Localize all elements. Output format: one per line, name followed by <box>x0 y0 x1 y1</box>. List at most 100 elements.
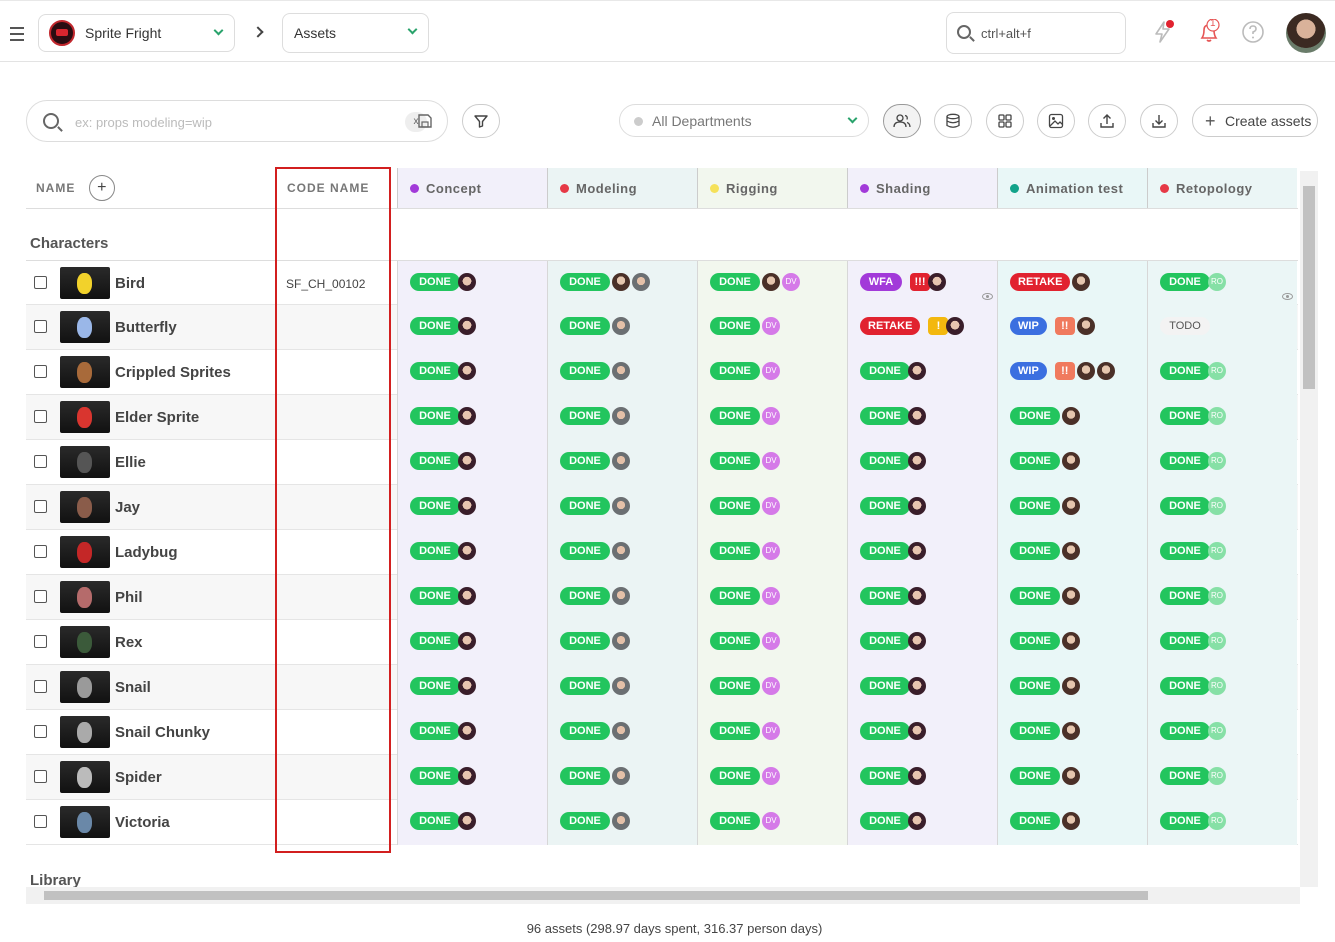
news-flash-icon[interactable] <box>1150 19 1176 45</box>
task-status-badge[interactable]: DONE <box>410 406 460 425</box>
assignee-initials-avatar[interactable]: DV <box>762 406 780 425</box>
task-status-cell[interactable]: DONE <box>547 710 697 755</box>
assignee-initials-avatar[interactable]: DV <box>762 451 780 470</box>
assignee-avatar[interactable] <box>1062 451 1080 470</box>
task-column-header[interactable]: Concept <box>397 168 547 208</box>
task-status-badge[interactable]: DONE <box>1160 586 1210 605</box>
task-status-cell[interactable]: DONE <box>847 530 997 575</box>
task-status-badge[interactable]: DONE <box>410 721 460 740</box>
task-status-badge[interactable]: DONE <box>860 676 910 695</box>
assignee-initials-avatar[interactable]: DV <box>762 811 780 830</box>
asset-name[interactable]: Elder Sprite <box>115 409 199 426</box>
notification-bell-icon[interactable] <box>1196 19 1222 45</box>
task-status-cell[interactable]: DONE <box>547 530 697 575</box>
assignee-avatar[interactable] <box>612 406 630 425</box>
task-status-cell[interactable]: DONE <box>397 395 547 440</box>
task-status-cell[interactable]: DONE <box>397 575 547 620</box>
task-status-cell[interactable]: DONE RO <box>1147 395 1297 440</box>
task-status-badge[interactable]: DONE <box>860 766 910 785</box>
task-status-cell[interactable]: DONE <box>547 350 697 395</box>
assignee-avatar[interactable] <box>908 541 926 560</box>
task-status-badge[interactable]: DONE <box>860 811 910 830</box>
task-status-badge[interactable]: DONE <box>710 361 760 380</box>
assignee-avatar[interactable] <box>928 272 946 291</box>
table-row[interactable]: Rex DONE DONE DONE DV DONE DONE DONE RO <box>26 620 1298 665</box>
assignee-avatar[interactable] <box>612 541 630 560</box>
asset-thumbnail[interactable] <box>60 761 110 793</box>
task-status-badge[interactable]: DONE <box>1010 451 1060 470</box>
task-status-cell[interactable]: DONE DV <box>697 440 847 485</box>
asset-name[interactable]: Spider <box>115 769 162 786</box>
task-status-cell[interactable]: DONE <box>397 665 547 710</box>
eye-icon[interactable] <box>982 293 993 300</box>
task-status-cell[interactable]: WFA!!! <box>847 261 997 306</box>
task-status-cell[interactable]: DONE <box>847 350 997 395</box>
task-status-badge[interactable]: DONE <box>1160 676 1210 695</box>
task-status-badge[interactable]: WIP <box>1010 361 1047 380</box>
task-status-badge[interactable]: DONE <box>860 631 910 650</box>
task-status-cell[interactable]: DONE DV <box>697 305 847 350</box>
task-status-badge[interactable]: DONE <box>410 811 460 830</box>
assignee-avatar[interactable] <box>1076 361 1095 380</box>
assignee-avatar[interactable] <box>762 272 780 291</box>
table-row[interactable]: Butterfly DONE DONE DONE DV RETAKE! WIP!! TODO <box>26 305 1298 350</box>
task-status-cell[interactable]: DONE <box>847 620 997 665</box>
task-status-badge[interactable]: DONE <box>560 496 610 515</box>
task-status-badge[interactable]: DONE <box>410 766 460 785</box>
table-row[interactable]: Ladybug DONE DONE DONE DV DONE DONE DONE RO <box>26 530 1298 575</box>
task-status-badge[interactable]: WFA <box>860 272 902 291</box>
task-status-cell[interactable]: DONE RO <box>1147 575 1297 620</box>
task-status-cell[interactable]: DONE <box>997 485 1147 530</box>
task-status-cell[interactable]: DONE <box>397 755 547 800</box>
assignee-avatar[interactable] <box>612 721 630 740</box>
assignee-initials-avatar[interactable]: RO <box>1208 451 1226 470</box>
task-status-cell[interactable]: DONE <box>997 710 1147 755</box>
table-row[interactable]: Victoria DONE DONE DONE DV DONE DONE DONE RO <box>26 800 1298 845</box>
task-status-cell[interactable]: DONE <box>397 800 547 845</box>
task-status-cell[interactable]: DONE <box>997 755 1147 800</box>
task-status-cell[interactable]: DONE DV <box>697 800 847 845</box>
asset-name[interactable]: Snail Chunky <box>115 724 210 741</box>
task-status-cell[interactable]: DONE <box>547 261 697 306</box>
task-status-cell[interactable]: DONE <box>997 620 1147 665</box>
assignee-initials-avatar[interactable]: RO <box>1208 541 1226 560</box>
production-select[interactable]: Sprite Fright <box>38 14 235 52</box>
task-status-badge[interactable]: DONE <box>1160 811 1210 830</box>
assignee-avatar[interactable] <box>612 586 630 605</box>
task-status-badge[interactable]: DONE <box>410 586 460 605</box>
row-checkbox[interactable] <box>34 320 47 333</box>
task-status-cell[interactable]: DONE <box>847 665 997 710</box>
task-column-header[interactable]: Animation test <box>997 168 1147 208</box>
task-status-cell[interactable]: DONE <box>997 395 1147 440</box>
task-status-cell[interactable]: DONE RO <box>1147 755 1297 800</box>
task-status-badge[interactable]: DONE <box>1160 272 1210 291</box>
table-row[interactable]: Snail DONE DONE DONE DV DONE DONE DONE RO <box>26 665 1298 710</box>
task-status-badge[interactable]: DONE <box>1160 406 1210 425</box>
assignee-initials-avatar[interactable]: DV <box>762 586 780 605</box>
task-status-cell[interactable]: DONE <box>547 575 697 620</box>
assignee-avatar[interactable] <box>908 586 926 605</box>
assignee-avatar[interactable] <box>1062 766 1080 785</box>
assignee-avatar[interactable] <box>612 676 630 695</box>
row-checkbox[interactable] <box>34 410 47 423</box>
task-status-badge[interactable]: DONE <box>1010 631 1060 650</box>
eye-icon[interactable] <box>1282 293 1293 300</box>
task-status-badge[interactable]: DONE <box>1160 451 1210 470</box>
vertical-scrollbar[interactable] <box>1300 171 1318 887</box>
filter-builder-button[interactable] <box>462 104 500 138</box>
assignee-initials-avatar[interactable]: RO <box>1208 631 1226 650</box>
task-status-cell[interactable]: DONE <box>397 620 547 665</box>
asset-thumbnail[interactable] <box>60 536 110 568</box>
asset-thumbnail[interactable] <box>60 267 110 299</box>
task-status-badge[interactable]: DONE <box>860 451 910 470</box>
task-status-cell[interactable]: DONE RO <box>1147 485 1297 530</box>
asset-name[interactable]: Phil <box>115 589 143 606</box>
task-status-badge[interactable]: DONE <box>1160 361 1210 380</box>
task-status-badge[interactable]: DONE <box>1160 541 1210 560</box>
assignee-avatar[interactable] <box>458 631 476 650</box>
task-column-header[interactable]: Rigging <box>697 168 847 208</box>
asset-name[interactable]: Rex <box>115 634 143 651</box>
task-status-cell[interactable]: DONE <box>547 800 697 845</box>
assignee-avatar[interactable] <box>1062 631 1080 650</box>
table-row[interactable]: Spider DONE DONE DONE DV DONE DONE DONE RO <box>26 755 1298 800</box>
